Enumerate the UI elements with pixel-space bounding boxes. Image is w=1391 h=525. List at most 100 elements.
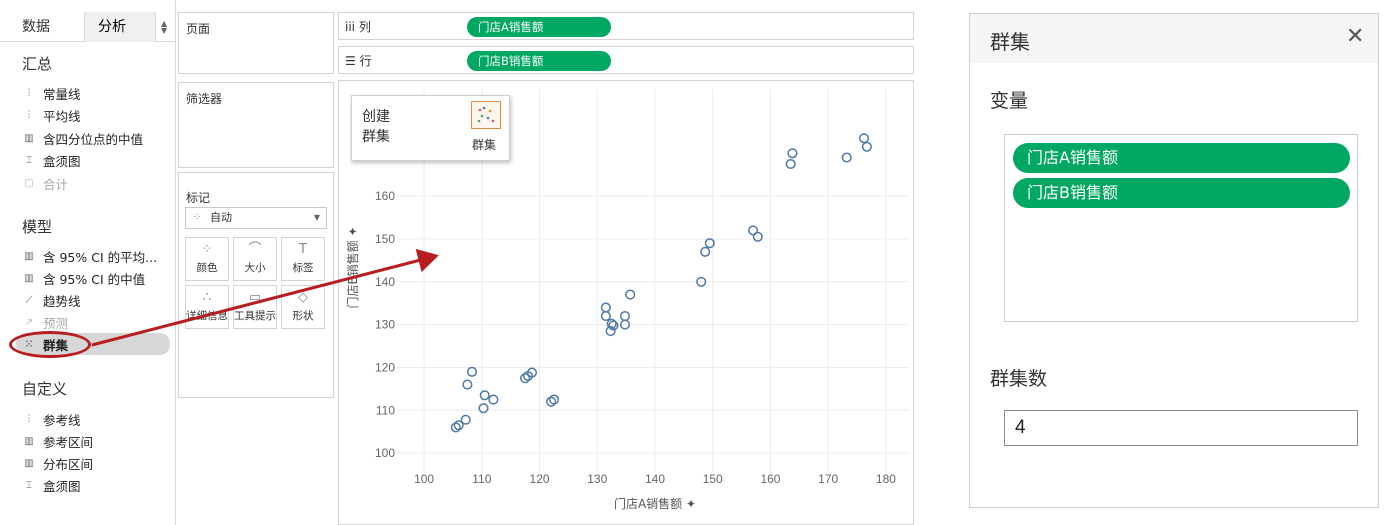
scatter-point[interactable]: [861, 141, 872, 152]
rows-pill[interactable]: 门店B销售额: [467, 51, 611, 71]
tooltip-icon: ▭: [248, 290, 262, 305]
marks-card-title: 标记: [186, 191, 211, 205]
x-axis-title: 门店A销售额 ✦: [614, 496, 696, 511]
viz-area[interactable]: 100 110 120 130 140 150 160 170 180 100 110 120 130 1…: [338, 80, 914, 525]
box-plot-icon: ⌶: [26, 154, 32, 166]
label-icon: T: [299, 242, 307, 257]
create-label: 创建: [362, 109, 390, 125]
totals-icon: ▢: [24, 177, 34, 189]
scatter-point[interactable]: [752, 231, 763, 242]
mark-button-label: 形状: [292, 310, 314, 322]
create-cluster-popup[interactable]: 创建 群集 群集: [351, 95, 510, 161]
variable-pill-store-a[interactable]: 门店A销售额: [1013, 143, 1350, 173]
analytics-item-summary-3[interactable]: ⌶ 盒须图: [22, 149, 172, 171]
scatter-point[interactable]: [619, 311, 631, 322]
analytics-item-model-1[interactable]: ▥ 含 95% CI 的中值: [22, 267, 172, 289]
scatter-point[interactable]: [466, 366, 478, 377]
mark-button-label: 颜色: [196, 262, 218, 274]
shape-icon: ◇: [298, 290, 308, 305]
cluster-count-input[interactable]: 4: [1004, 410, 1358, 446]
scatter-point[interactable]: [600, 302, 611, 313]
analytics-item-model-0[interactable]: ▥ 含 95% CI 的平均...: [22, 245, 172, 267]
analytics-item-label: 平均线: [43, 108, 81, 124]
section-title-custom: 自定义: [22, 380, 68, 398]
pages-card-title: 页面: [186, 22, 211, 36]
scatter-point[interactable]: [625, 289, 636, 300]
variables-drop-area[interactable]: 门店A销售额 门店B销售额: [1004, 134, 1358, 322]
size-icon: ⌒: [248, 242, 262, 257]
trend-line-icon: ⟋: [25, 294, 33, 306]
scatter-point[interactable]: [600, 311, 611, 322]
tab-data[interactable]: 数据: [22, 12, 50, 42]
analytics-item-custom-1[interactable]: ▥ 参考区间: [22, 430, 172, 452]
pane-scroll-arrows-icon[interactable]: ▲ ▼: [161, 20, 167, 35]
analytics-item-label: 常量线: [43, 86, 81, 102]
analytics-item-label: 盒须图: [43, 478, 81, 494]
scatter-point[interactable]: [488, 394, 499, 405]
average-line-icon: ⫶: [27, 109, 31, 121]
scatter-point[interactable]: [460, 414, 471, 425]
auto-mark-icon: ⁘: [193, 212, 202, 223]
marks-card: 标记 ⁘ 自动 ▼ ⁘ 颜色 ⌒ 大小 T 标签 ∴ 详细信息 ▭ 工具提示 ◇ 形状: [178, 172, 334, 398]
section-title-model: 模型: [22, 218, 53, 236]
reference-line-icon: ⫶: [27, 413, 31, 425]
pages-card[interactable]: 页面: [178, 12, 334, 74]
analytics-item-summary-4[interactable]: ▢ 合计: [22, 172, 172, 194]
mark-detail-button[interactable]: ∴ 详细信息: [185, 285, 229, 329]
scatter-point[interactable]: [841, 152, 852, 163]
mark-button-label: 标签: [292, 262, 314, 274]
scatter-point[interactable]: [785, 158, 796, 170]
mark-type-dropdown[interactable]: ⁘ 自动 ▼: [185, 207, 327, 229]
analytics-item-summary-2[interactable]: ▥ 含四分位点的中值: [22, 127, 172, 149]
columns-shelf[interactable]: iii 列 门店A销售额: [338, 12, 914, 40]
y-axis-title: 门店B销售额 ✦: [345, 226, 360, 308]
analytics-item-label: 分布区间: [43, 456, 94, 472]
analytics-item-custom-3[interactable]: ⌶ 盒须图: [22, 474, 172, 496]
analytics-item-model-3[interactable]: ↗ 预测: [22, 311, 172, 333]
y-tick-label: 140: [375, 275, 395, 289]
analytics-item-summary-1[interactable]: ⫶ 平均线: [22, 104, 172, 126]
analytics-item-label: 盒须图: [43, 153, 81, 169]
close-icon[interactable]: ✕: [1346, 25, 1364, 49]
scatter-point[interactable]: [478, 403, 489, 414]
x-tick-label: 160: [760, 472, 780, 486]
filters-card[interactable]: 筛选器: [178, 82, 334, 168]
scatter-point[interactable]: [462, 379, 473, 390]
analytics-item-label: 含 95% CI 的平均...: [43, 249, 158, 265]
analytics-item-summary-0[interactable]: ⫶ 常量线: [22, 82, 172, 104]
forecast-icon: ↗: [24, 316, 34, 328]
mark-size-button[interactable]: ⌒ 大小: [233, 237, 277, 281]
mark-button-label: 大小: [244, 262, 266, 274]
variable-pill-store-b[interactable]: 门店B销售额: [1013, 178, 1350, 208]
cluster-count-label: 群集数: [990, 368, 1048, 390]
scatter-point[interactable]: [858, 133, 870, 144]
mark-tooltip-button[interactable]: ▭ 工具提示: [233, 285, 277, 329]
mark-label-button[interactable]: T 标签: [281, 237, 325, 281]
mark-shape-button[interactable]: ◇ 形状: [281, 285, 325, 329]
y-tick-label: 160: [375, 189, 395, 203]
rows-shelf[interactable]: ☰ 行 门店B销售额: [338, 46, 914, 74]
median-ci-icon: ▥: [24, 272, 34, 284]
scatter-point[interactable]: [787, 148, 798, 159]
variables-label: 变量: [990, 90, 1029, 112]
analytics-item-model-2[interactable]: ⟋ 趋势线: [22, 289, 172, 311]
rows-shelf-label: ☰ 行: [345, 54, 372, 68]
analytics-item-custom-0[interactable]: ⫶ 参考线: [22, 408, 172, 430]
scatter-point[interactable]: [700, 246, 711, 257]
mark-color-button[interactable]: ⁘ 颜色: [185, 237, 229, 281]
average-ci-icon: ▥: [24, 250, 34, 262]
cluster-label: 群集: [362, 129, 390, 145]
median-quartiles-icon: ▥: [24, 132, 34, 144]
tab-analysis[interactable]: 分析: [84, 12, 156, 42]
create-cluster-text: 创建 群集: [362, 107, 390, 147]
cluster-thumbnail-label: 群集: [472, 138, 497, 152]
dialog-title: 群集: [990, 30, 1030, 54]
y-tick-label: 100: [375, 446, 395, 460]
x-tick-label: 130: [587, 472, 607, 486]
cluster-thumbnail-icon[interactable]: [471, 101, 501, 129]
columns-pill[interactable]: 门店A销售额: [467, 17, 611, 37]
color-icon: ⁘: [201, 242, 213, 257]
analytics-item-label: 参考区间: [43, 434, 94, 450]
analytics-item-custom-2[interactable]: ▥ 分布区间: [22, 452, 172, 474]
dialog-header: 群集 ✕: [970, 14, 1378, 63]
